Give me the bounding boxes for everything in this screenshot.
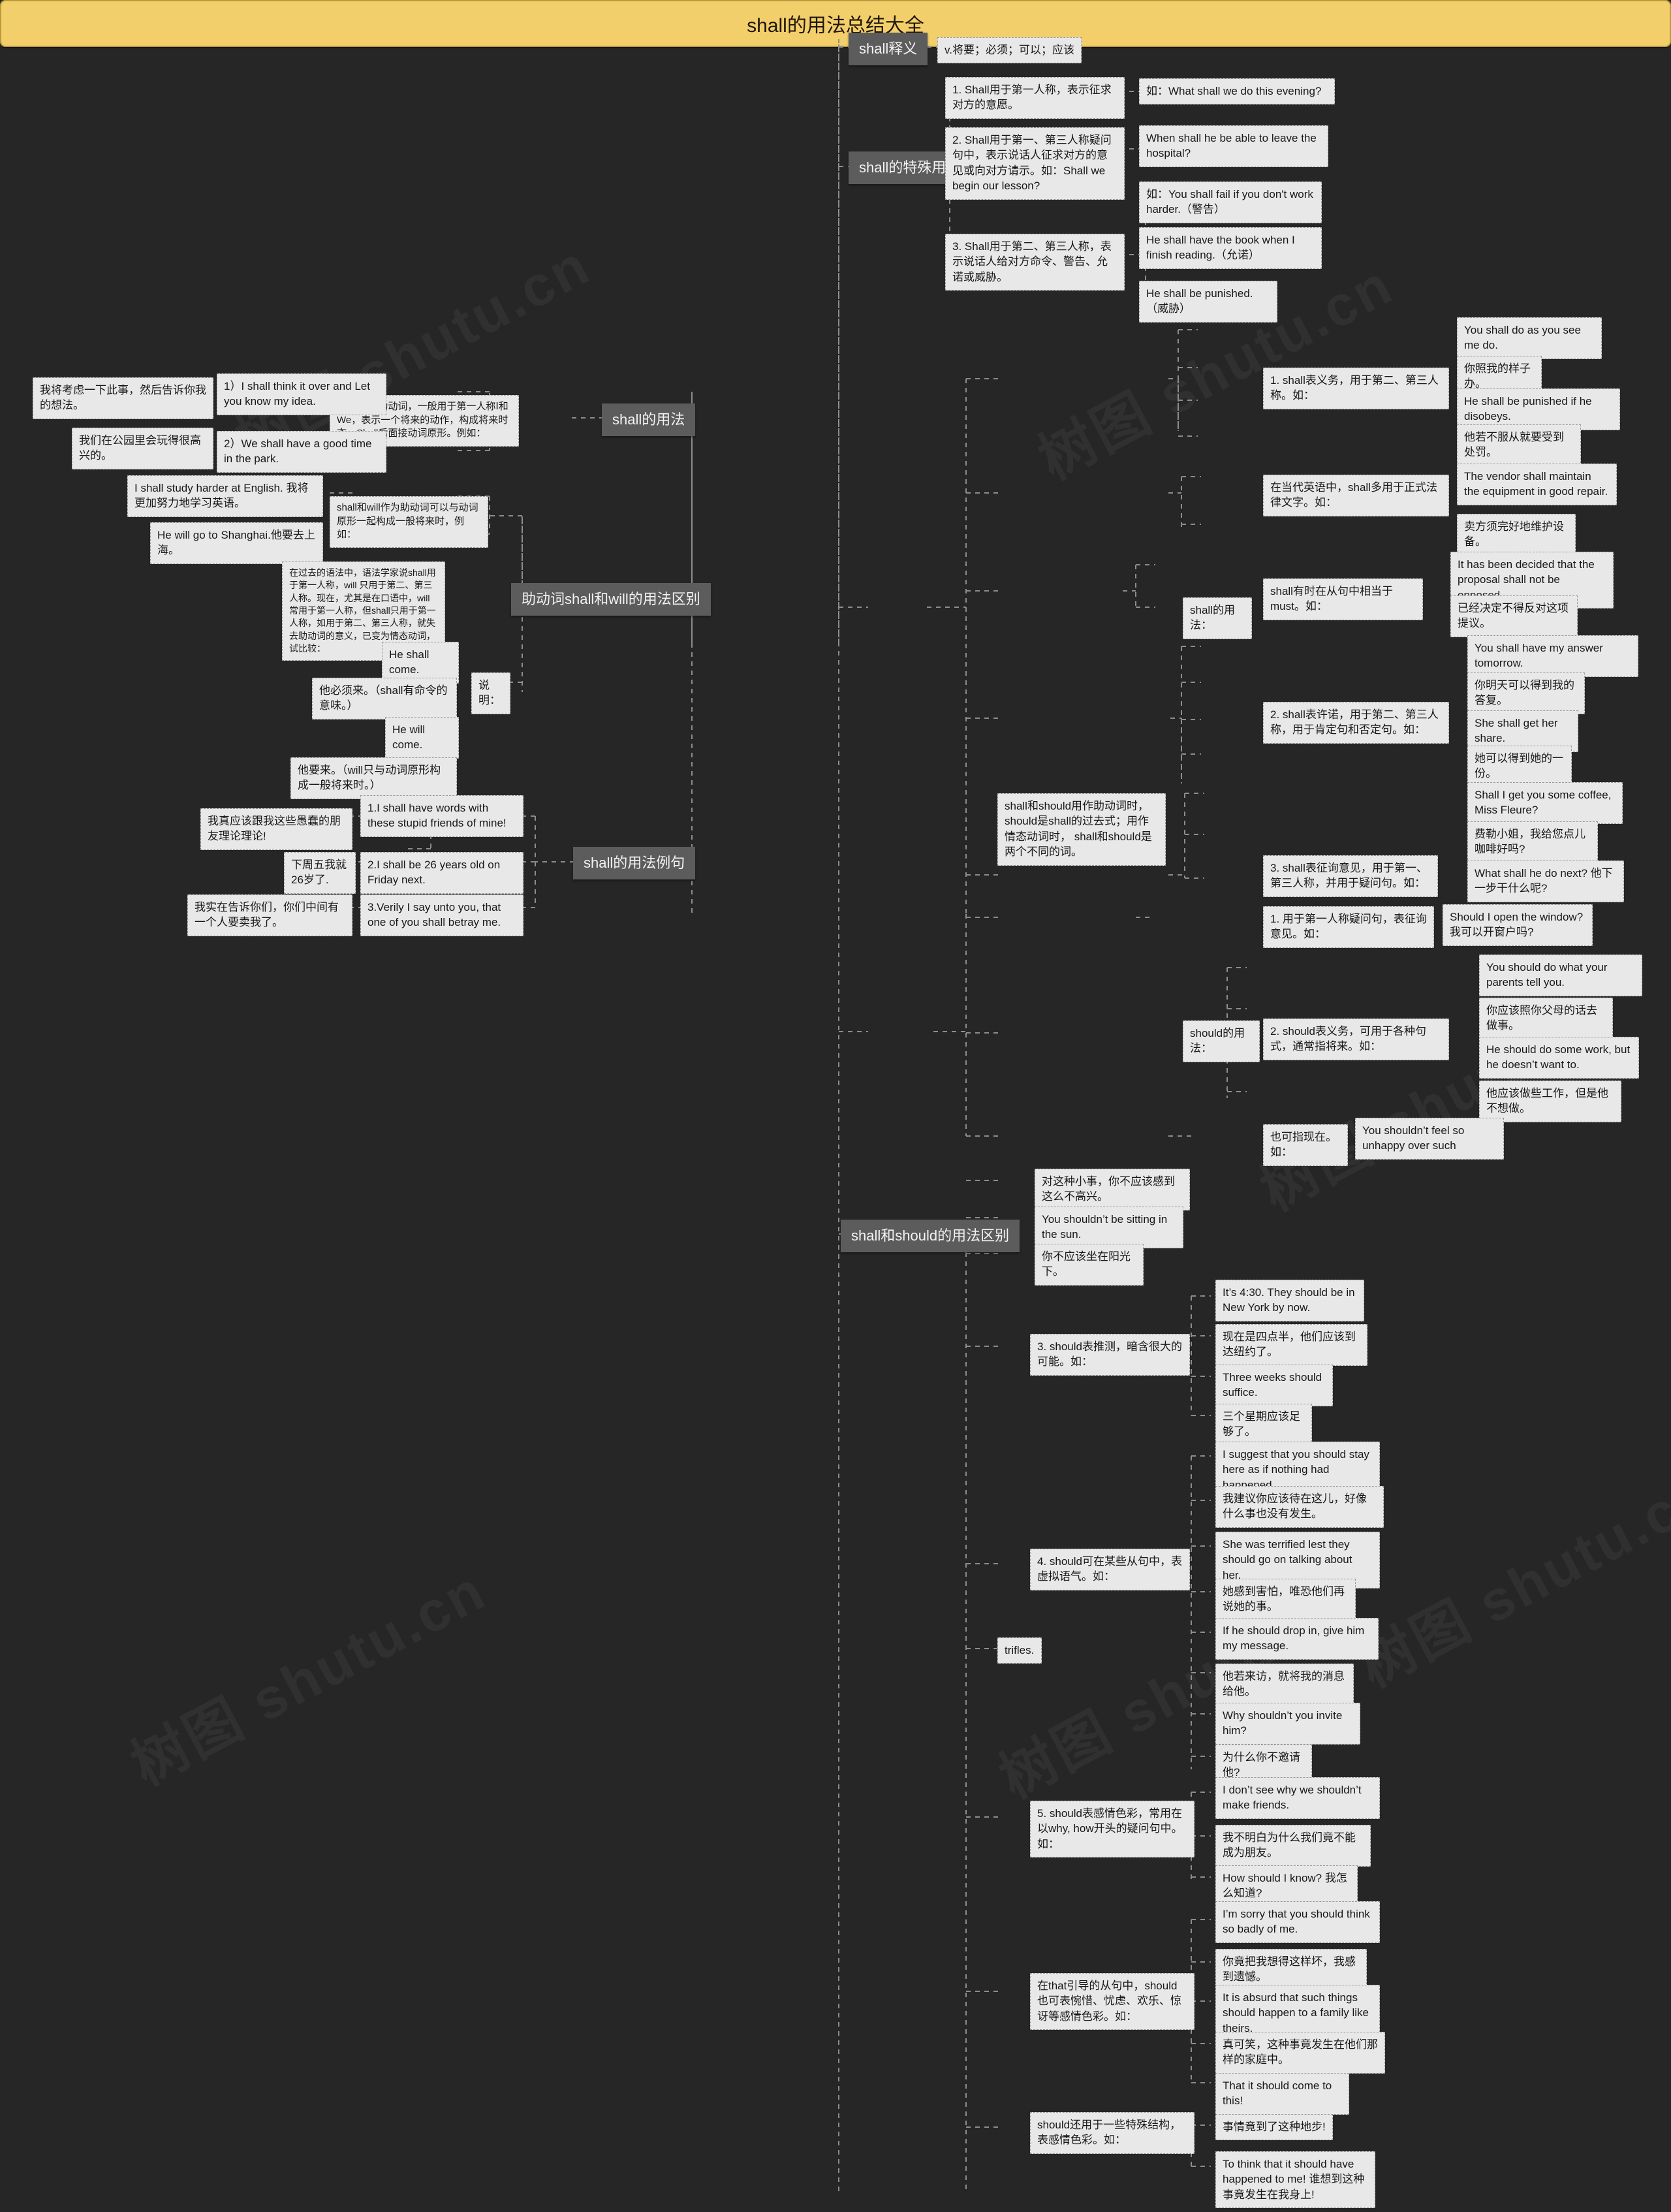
watermark: 树图 shutu.cn — [1342, 1447, 1671, 1703]
shall-should-diff-loose-node[interactable]: 对这种小事，你不应该感到这么不高兴。 — [1035, 1169, 1190, 1210]
shall-should-diff-loose-node[interactable]: trifles. — [997, 1637, 1042, 1664]
should-detail-item[interactable]: 2. should表义务，可用于各种句式，通常指将来。如： — [1263, 1019, 1449, 1060]
shall-usage-example-zh[interactable]: 我将考虑一下此事，然后告诉你我的想法。 — [33, 377, 213, 419]
shall-special-example[interactable]: When shall he be able to leave the hospi… — [1139, 125, 1328, 167]
shall-will-intro-example[interactable]: He will go to Shanghai.他要去上海。 — [150, 522, 323, 564]
shall-sentence-zh[interactable]: 我真应该跟我这些愚蠢的朋友理论理论! — [200, 808, 352, 850]
shall-special-item[interactable]: 3. Shall用于第二、第三人称，表示说话人给对方命令、警告、允诺或威胁。 — [945, 234, 1125, 291]
shall-detail-example[interactable]: You shall do as you see me do. — [1457, 317, 1602, 359]
should-detail-item[interactable]: 1. 用于第一人称疑问句，表征询意见。如： — [1263, 906, 1434, 948]
shall-detail-item[interactable]: 在当代英语中，shall多用于正式法律文字。如： — [1263, 475, 1449, 516]
shall-special-example[interactable]: 如：You shall fail if you don't work harde… — [1139, 182, 1322, 223]
shall-should-diff-loose-node[interactable]: 你不应该坐在阳光下。 — [1035, 1244, 1144, 1286]
shall-should-diff-item[interactable]: 4. should可在某些从句中，表虚拟语气。如： — [1030, 1549, 1190, 1590]
shall-detail-example[interactable]: 他若不服从就要受到处罚。 — [1457, 424, 1581, 466]
shall-detail-example[interactable]: Shall I get you some coffee, Miss Fleure… — [1467, 782, 1623, 824]
category-shall-usage[interactable]: shall的用法 — [602, 403, 696, 437]
shall-special-example[interactable]: He shall be punished. （威胁） — [1139, 281, 1277, 323]
shall-should-diff-example[interactable]: To think that it should have happened to… — [1215, 2151, 1375, 2209]
shall-detail-example[interactable]: 她可以得到她的一份。 — [1467, 746, 1572, 787]
shall-will-intro-example[interactable]: I shall study harder at English. 我将更加努力地… — [127, 475, 323, 517]
shall-should-diff-item[interactable]: 5. should表感情色彩，常用在以why, how开头的疑问句中。如： — [1030, 1801, 1195, 1858]
shall-will-intro[interactable]: shall和will作为助动词可以与动词原形一起构成一般将来时，例如： — [330, 496, 488, 548]
shall-should-diff-item[interactable]: should还用于一些特殊结构，表感情色彩。如： — [1030, 2112, 1195, 2154]
shall-should-diff-item[interactable]: 在that引导的从句中，should也可表惋惜、忧虑、欢乐、惊讶等感情色彩。如： — [1030, 1973, 1195, 2030]
should-detail-item[interactable]: 也可指现在。如： — [1263, 1124, 1348, 1166]
should-detail-example[interactable]: You should do what your parents tell you… — [1479, 955, 1642, 996]
shall-detail-item[interactable]: 1. shall表义务，用于第二、第三人称。如： — [1263, 368, 1449, 409]
shall-should-diff-example[interactable]: I don’t see why we shouldn’t make friend… — [1215, 1777, 1380, 1819]
shall-should-diff-intro[interactable]: shall和should用作助动词时， should是shall的过去式；用作情… — [997, 793, 1166, 866]
shall-detail-example[interactable]: 已经决定不得反对这项提议。 — [1450, 595, 1578, 637]
should-detail-example[interactable]: 你应该照你父母的话去做事。 — [1479, 998, 1613, 1039]
shall-sentence-en[interactable]: 2.I shall be 26 years old on Friday next… — [360, 852, 523, 894]
shall-will-note-example[interactable]: 他要来。（will只与动词原形构成一般将来时。） — [290, 757, 457, 799]
shall-detail-item[interactable]: 3. shall表征询意见，用于第一、第三人称，并用于疑问句。如： — [1263, 855, 1438, 897]
shall-detail-example[interactable]: 费勒小姐，我给您点儿咖啡好吗? — [1467, 821, 1598, 863]
shall-special-example[interactable]: 如：What shall we do this evening? — [1139, 78, 1335, 105]
shall-usage-example-en[interactable]: 2）We shall have a good time in the park. — [217, 431, 386, 473]
shall-should-diff-example[interactable]: 三个星期应该足够了。 — [1215, 1404, 1312, 1446]
shall-special-item[interactable]: 2. Shall用于第一、第三人称疑问句中，表示说话人征求对方的意见或向对方请示… — [945, 127, 1125, 200]
shall-should-diff-example[interactable]: 他若来访，就将我的消息给他。 — [1215, 1664, 1354, 1705]
shall-sentence-zh[interactable]: 下周五我就26岁了. — [284, 852, 356, 894]
should-detail-example[interactable]: He should do some work, but he doesn’t w… — [1479, 1037, 1639, 1079]
should-detail-example[interactable]: You shouldn’t feel so unhappy over such — [1355, 1118, 1504, 1160]
shall-detail-item[interactable]: 2. shall表许诺，用于第二、第三人称，用于肯定句和否定句。如： — [1263, 702, 1449, 744]
category-shall-sentences[interactable]: shall的用法例句 — [573, 847, 696, 880]
shall-usage-example-zh[interactable]: 我们在公园里会玩得很高兴的。 — [72, 428, 213, 469]
shall-should-diff-example[interactable]: 现在是四点半，他们应该到达纽约了。 — [1215, 1324, 1367, 1366]
shall-should-diff-example[interactable]: It’s 4:30. They should be in New York by… — [1215, 1280, 1364, 1321]
connector-lines — [307, 39, 1247, 2194]
shall-detail-item[interactable]: shall有时在从句中相当于must。如： — [1263, 578, 1423, 620]
shall-detail-example[interactable]: What shall he do next? 他下一步干什么呢? — [1467, 861, 1624, 902]
category-shall-meaning[interactable]: shall释义 — [849, 33, 928, 66]
shall-should-diff-example[interactable]: 她感到害怕，唯恐他们再说她的事。 — [1215, 1579, 1356, 1620]
shall-should-diff-example[interactable]: 我建议你应该待在这儿，好像什么事也没有发生。 — [1215, 1486, 1384, 1528]
label-shall-detail[interactable]: shall的用法： — [1183, 597, 1252, 639]
shall-sentence-zh[interactable]: 我实在告诉你们，你们中间有一个人要卖我了。 — [187, 894, 352, 936]
shall-detail-example[interactable]: 卖方须完好地维护设备。 — [1457, 514, 1576, 556]
root-node[interactable]: shall的用法总结大全 — [0, 0, 1671, 47]
shall-should-diff-example[interactable]: 真可笑，这种事竟发生在他们那样的家庭中。 — [1215, 2032, 1385, 2074]
shall-should-diff-example[interactable]: Why shouldn’t you invite him? — [1215, 1703, 1360, 1745]
category-shall-should-diff[interactable]: shall和should的用法区别 — [841, 1220, 1020, 1253]
label-should-detail[interactable]: should的用法： — [1183, 1020, 1260, 1062]
shall-detail-example[interactable]: The vendor shall maintain the equipment … — [1457, 464, 1617, 505]
should-detail-example[interactable]: 他应该做些工作，但是他不想做。 — [1479, 1081, 1621, 1122]
shall-should-diff-example[interactable]: That it should come to this! — [1215, 2073, 1349, 2115]
shall-should-diff-item[interactable]: 3. should表推测，暗含很大的可能。如： — [1030, 1334, 1190, 1376]
shall-detail-example[interactable]: You shall have my answer tomorrow. — [1467, 635, 1638, 677]
shall-should-diff-example[interactable]: Three weeks should suffice. — [1215, 1365, 1333, 1406]
shall-sentence-en[interactable]: 3.Verily I say unto you, that one of you… — [360, 894, 523, 936]
shall-will-note-example[interactable]: He will come. — [385, 717, 459, 759]
shall-should-diff-example[interactable]: 事情竟到了这种地步! — [1215, 2114, 1333, 2141]
shall-should-diff-example[interactable]: I’m sorry that you should think so badly… — [1215, 1901, 1380, 1943]
shall-special-item[interactable]: 1. Shall用于第一人称，表示征求对方的意愿。 — [945, 77, 1125, 119]
shall-should-diff-example[interactable]: 我不明白为什么我们竟不能成为朋友。 — [1215, 1825, 1371, 1867]
category-shall-will-diff[interactable]: 助动词shall和will的用法区别 — [511, 583, 711, 616]
shall-sentence-en[interactable]: 1.I shall have words with these stupid f… — [360, 795, 523, 837]
should-detail-example[interactable]: Should I open the window? 我可以开窗户吗? — [1443, 904, 1593, 946]
shall-will-note-example[interactable]: 他必须来。（shall有命令的意味。） — [312, 678, 457, 719]
watermark: 树图 shutu.cn — [115, 1545, 498, 1801]
shall-should-diff-loose-node[interactable]: You shouldn’t be sitting in the sun. — [1035, 1207, 1183, 1248]
shall-should-diff-example[interactable]: If he should drop in, give him my messag… — [1215, 1618, 1379, 1660]
shall-special-example[interactable]: He shall have the book when I finish rea… — [1139, 227, 1322, 269]
shall-will-note-label[interactable]: 说明： — [471, 672, 510, 714]
shall-usage-example-en[interactable]: 1）I shall think it over and Let you know… — [217, 373, 386, 415]
shall-detail-example[interactable]: 你明天可以得到我的答复。 — [1467, 672, 1585, 714]
shall-meaning-value[interactable]: v.将要；必须；可以；应该 — [937, 37, 1082, 64]
